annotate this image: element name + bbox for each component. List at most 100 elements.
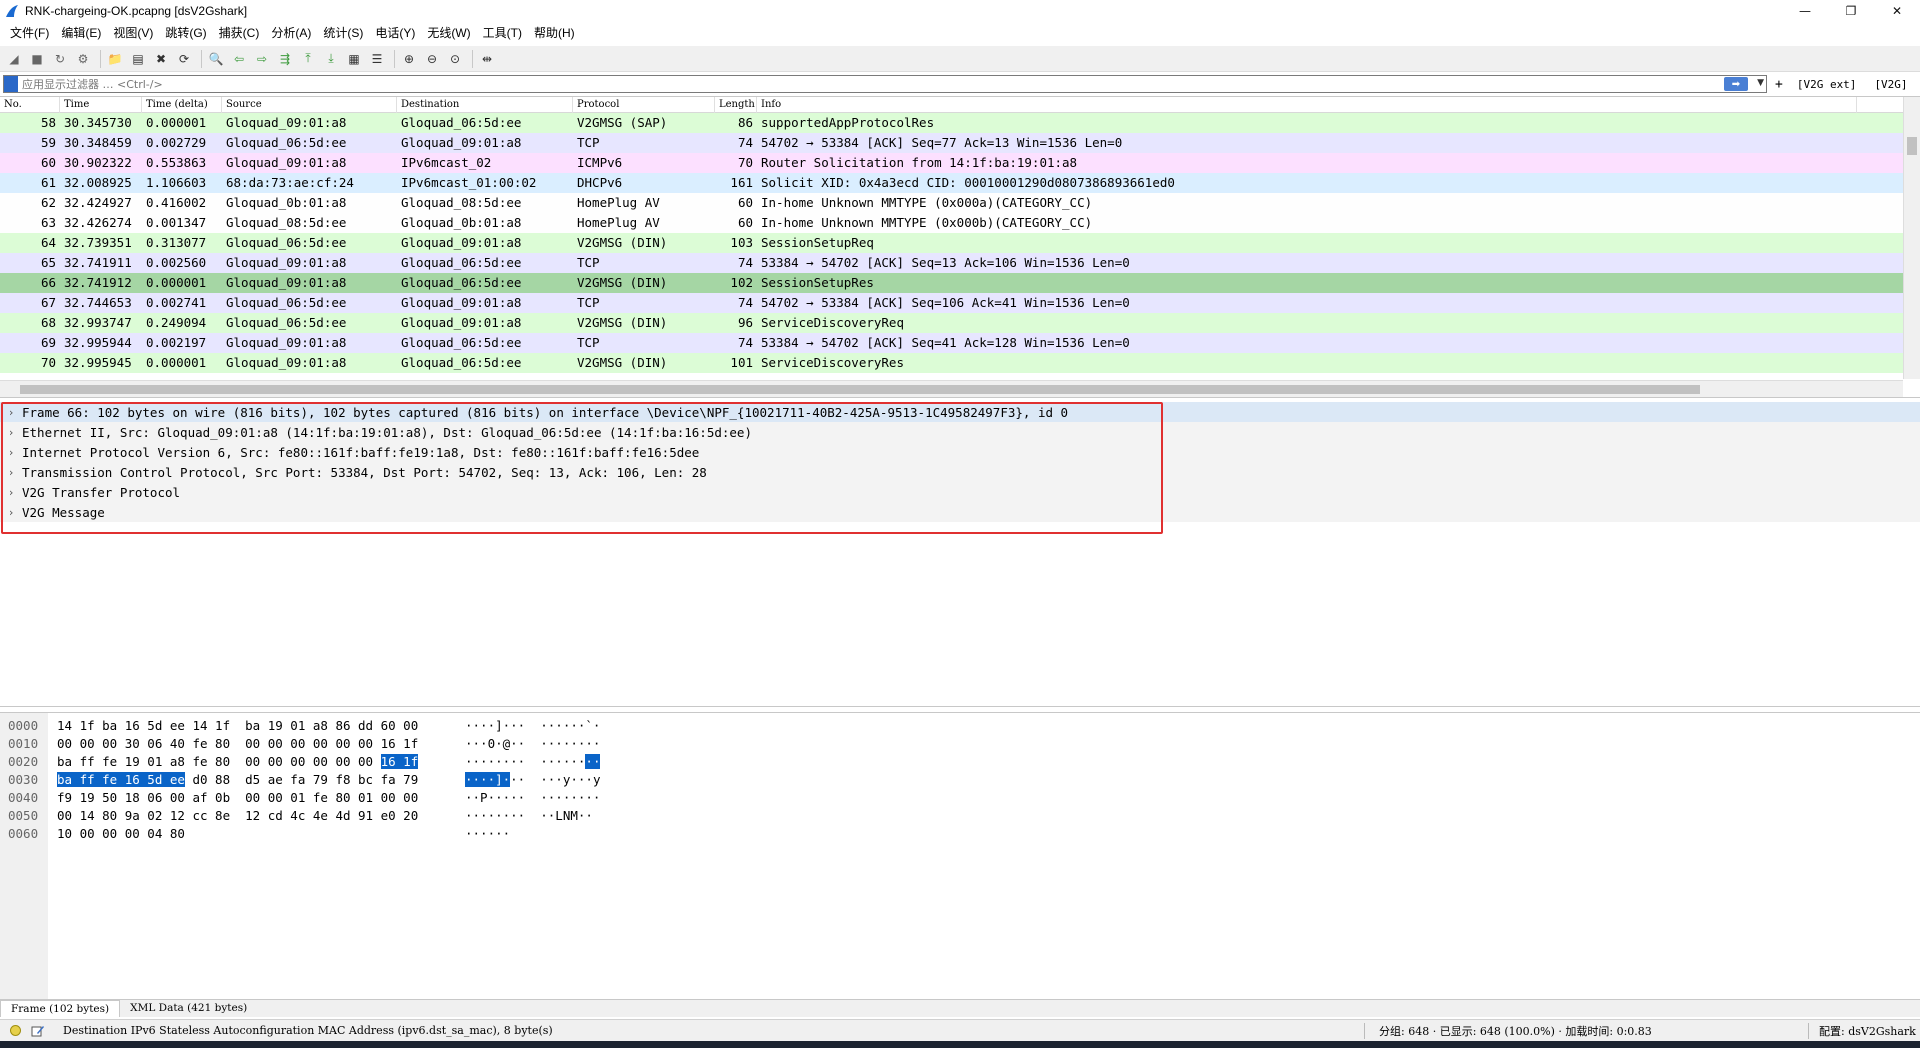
packet-row[interactable]: 70 32.995945 0.000001 Gloquad_09:01:a8 Gloqu… (0, 353, 1920, 373)
hex-bytes-column[interactable]: 14 1f ba 16 5d ee 14 1f ba 19 01 a8 86 d… (57, 717, 419, 843)
packet-cell-time: 32.739351 (64, 235, 132, 250)
go-to-packet-icon[interactable]: ⇶ (275, 49, 295, 69)
filter-button-v2g-ext[interactable]: [V2G ext] (1797, 78, 1857, 91)
column-header-7[interactable]: Info (757, 97, 1857, 113)
column-header-5[interactable]: Protocol (573, 97, 715, 113)
packet-list-vertical-scrollbar[interactable] (1903, 97, 1920, 379)
menu-item-1[interactable]: 编辑(E) (55, 22, 107, 44)
profile-label[interactable]: 配置: dsV2Gshark (1819, 1023, 1916, 1039)
packet-row[interactable]: 61 32.008925 1.106603 68:da:73:ae:cf:24 IPv6… (0, 173, 1920, 193)
packet-row[interactable]: 62 32.424927 0.416002 Gloquad_0b:01:a8 Gloqu… (0, 193, 1920, 213)
apply-filter-arrow-icon[interactable]: ➡ (1724, 77, 1748, 91)
packet-cell-info: ServiceDiscoveryReq (761, 315, 904, 330)
column-header-4[interactable]: Destination (397, 97, 573, 113)
zoom-out-icon[interactable]: ⊖ (422, 49, 442, 69)
restore-button[interactable]: ❐ (1828, 0, 1874, 22)
packet-row[interactable]: 60 30.902322 0.553863 Gloquad_09:01:a8 IPv6m… (0, 153, 1920, 173)
packet-cell-no: 62 (40, 195, 56, 210)
tab-xml-data[interactable]: XML Data (421 bytes) (120, 1000, 257, 1017)
hex-ascii-column[interactable]: ····]··· ······`· ···0·@·· ········ ······… (465, 717, 601, 843)
hex-bytes-line-segment: 10 00 00 00 04 80 (57, 826, 185, 841)
detail-tree-item[interactable]: › Internet Protocol Version 6, Src: fe80:… (0, 442, 1920, 462)
packet-row[interactable]: 65 32.741911 0.002560 Gloquad_09:01:a8 Gloqu… (0, 253, 1920, 273)
zoom-normal-icon[interactable]: ⊙ (445, 49, 465, 69)
hex-offset: 0050 (8, 808, 39, 823)
column-header-0[interactable]: No. (0, 97, 60, 113)
hex-bytes-line: 00 14 80 9a 02 12 cc 8e 12 cd 4c 4e 4d 9… (57, 807, 418, 825)
packet-row[interactable]: 59 30.348459 0.002729 Gloquad_06:5d:ee Gloqu… (0, 133, 1920, 153)
menu-item-5[interactable]: 分析(A) (265, 22, 317, 44)
tab-frame-bytes[interactable]: Frame (102 bytes) (0, 1000, 121, 1017)
packet-row[interactable]: 63 32.426274 0.001347 Gloquad_08:5d:ee Gloqu… (0, 213, 1920, 233)
packet-cell-dst: Gloquad_06:5d:ee (401, 335, 522, 350)
chevron-right-icon[interactable]: › (0, 446, 22, 459)
menu-item-6[interactable]: 统计(S) (317, 22, 369, 44)
menu-item-4[interactable]: 捕获(C) (213, 22, 266, 44)
open-folder-icon[interactable]: 📁 (105, 49, 125, 69)
menu-item-7[interactable]: 电话(Y) (369, 22, 421, 44)
filter-button-v2g[interactable]: [V2G] (1874, 78, 1907, 91)
chevron-right-icon[interactable]: › (0, 466, 22, 479)
filter-history-dropdown-icon[interactable]: ▼ (1757, 78, 1764, 88)
autoscroll-icon[interactable]: ▦ (344, 49, 364, 69)
detail-tree-item[interactable]: › V2G Message (0, 502, 1920, 522)
menu-item-2[interactable]: 视图(V) (107, 22, 159, 44)
go-forward-arrow-icon[interactable]: ⇨ (252, 49, 272, 69)
display-filter-input[interactable] (22, 77, 1722, 91)
packet-cell-src: Gloquad_06:5d:ee (226, 315, 347, 330)
zoom-in-icon[interactable]: ⊕ (399, 49, 419, 69)
close-button[interactable]: ✕ (1874, 0, 1920, 22)
close-file-icon[interactable]: ✖ (151, 49, 171, 69)
packet-row[interactable]: 64 32.739351 0.313077 Gloquad_06:5d:ee Gloqu… (0, 233, 1920, 253)
go-last-icon[interactable]: ⤓ (321, 49, 341, 69)
minimize-button[interactable]: — (1782, 0, 1828, 22)
save-file-icon[interactable]: ▤ (128, 49, 148, 69)
column-header-1[interactable]: Time (60, 97, 142, 113)
column-header-2[interactable]: Time (delta) (142, 97, 222, 113)
chevron-right-icon[interactable]: › (0, 406, 22, 419)
detail-tree-item[interactable]: › Ethernet II, Src: Gloquad_09:01:a8 (14:… (0, 422, 1920, 442)
chevron-right-icon[interactable]: › (0, 426, 22, 439)
packet-row[interactable]: 67 32.744653 0.002741 Gloquad_06:5d:ee Gloqu… (0, 293, 1920, 313)
packet-list-horizontal-scrollbar[interactable] (0, 380, 1903, 397)
packet-cell-proto: TCP (577, 255, 600, 270)
find-magnifier-icon[interactable]: 🔍 (206, 49, 226, 69)
menu-item-0[interactable]: 文件(F) (4, 22, 55, 44)
packet-cell-dst: IPv6mcast_02 (401, 155, 492, 170)
shark-fin-start-icon[interactable]: ◢ (4, 49, 24, 69)
menu-item-3[interactable]: 跳转(G) (159, 22, 212, 44)
filter-bookmark-icon[interactable] (4, 76, 18, 92)
column-header-6[interactable]: Length (715, 97, 757, 113)
column-header-3[interactable]: Source (222, 97, 397, 113)
menu-item-8[interactable]: 无线(W) (421, 22, 476, 44)
colorize-icon[interactable]: ☰ (367, 49, 387, 69)
go-first-icon[interactable]: ⤒ (298, 49, 318, 69)
resize-columns-icon[interactable]: ⇹ (477, 49, 497, 69)
stop-square-icon[interactable]: ■ (27, 49, 47, 69)
restart-shark-icon[interactable]: ↻ (50, 49, 70, 69)
hex-offset: 0040 (8, 790, 39, 805)
reload-icon[interactable]: ⟳ (174, 49, 194, 69)
chevron-right-icon[interactable]: › (0, 486, 22, 499)
hex-bytes-line: ba ff fe 16 5d ee d0 88 d5 ae fa 79 f8 b… (57, 771, 418, 789)
packet-row[interactable]: 68 32.993747 0.249094 Gloquad_06:5d:ee Gloqu… (0, 313, 1920, 333)
packet-cell-no: 70 (40, 355, 56, 370)
detail-tree-item[interactable]: › Transmission Control Protocol, Src Port… (0, 462, 1920, 482)
hex-bytes-line-segment: f9 19 50 18 06 00 af 0b 00 00 01 fe 80 0… (57, 790, 419, 805)
packet-details-pane: › Frame 66: 102 bytes on wire (816 bits),… (0, 402, 1920, 707)
expert-info-status-icon[interactable] (10, 1025, 21, 1036)
menu-item-10[interactable]: 帮助(H) (528, 22, 581, 44)
go-back-arrow-icon[interactable]: ⇦ (229, 49, 249, 69)
add-filter-button[interactable]: + (1775, 77, 1783, 92)
packet-cell-time: 30.348459 (64, 135, 132, 150)
chevron-right-icon[interactable]: › (0, 506, 22, 519)
packet-row-selected[interactable]: 66 32.741912 0.000001 Gloquad_09:01:a8 Gloqu… (0, 273, 1920, 293)
capture-comment-pencil-icon[interactable] (31, 1025, 45, 1037)
packet-row[interactable]: 69 32.995944 0.002197 Gloquad_09:01:a8 Gloqu… (0, 333, 1920, 353)
detail-tree-item[interactable]: › Frame 66: 102 bytes on wire (816 bits),… (0, 402, 1920, 422)
detail-tree-item[interactable]: › V2G Transfer Protocol (0, 482, 1920, 502)
packet-cell-proto: DHCPv6 (577, 175, 623, 190)
menu-item-9[interactable]: 工具(T) (477, 22, 528, 44)
capture-options-gear-icon[interactable]: ⚙ (73, 49, 93, 69)
packet-row[interactable]: 58 30.345730 0.000001 Gloquad_09:01:a8 Gloqu… (0, 113, 1920, 133)
